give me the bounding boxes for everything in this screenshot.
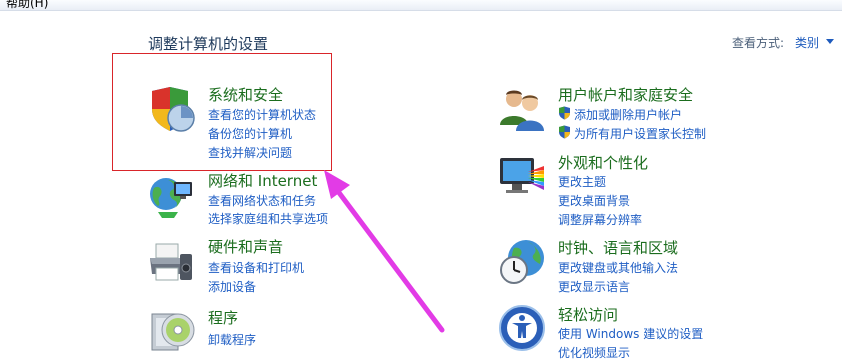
menu-help[interactable]: 帮助(H) (6, 0, 48, 10)
page-title: 调整计算机的设置 (148, 35, 269, 53)
category-appearance-title[interactable]: 外观和个性化 (558, 152, 648, 173)
network-globe-icon[interactable] (148, 172, 196, 220)
link-homegroup-sharing[interactable]: 选择家庭组和共享选项 (208, 210, 328, 227)
link-view-network-status[interactable]: 查看网络状态和任务 (208, 192, 316, 209)
printer-icon[interactable] (148, 238, 196, 286)
view-by-dropdown[interactable]: 类别 (795, 34, 819, 51)
link-change-display-language[interactable]: 更改显示语言 (558, 278, 630, 295)
chevron-down-icon[interactable] (826, 39, 834, 44)
category-access-title[interactable]: 轻松访问 (558, 304, 618, 325)
programs-disc-icon[interactable] (148, 304, 196, 352)
category-programs-title[interactable]: 程序 (208, 307, 238, 328)
category-clock-title[interactable]: 时钟、语言和区域 (558, 237, 678, 258)
link-change-keyboard[interactable]: 更改键盘或其他输入法 (558, 259, 678, 276)
link-add-remove-accounts[interactable]: 添加或删除用户帐户 (574, 106, 682, 123)
link-change-background[interactable]: 更改桌面背景 (558, 192, 630, 209)
users-icon[interactable] (498, 85, 546, 133)
link-uninstall-program[interactable]: 卸载程序 (208, 331, 256, 348)
category-network-title[interactable]: 网络和 Internet (208, 170, 317, 191)
link-devices-printers[interactable]: 查看设备和打印机 (208, 259, 304, 276)
link-screen-resolution[interactable]: 调整屏幕分辨率 (558, 211, 642, 228)
link-add-device[interactable]: 添加设备 (208, 278, 256, 295)
link-change-theme[interactable]: 更改主题 (558, 173, 606, 190)
view-by-label: 查看方式: (732, 36, 785, 50)
uac-shield-icon (559, 106, 570, 120)
uac-shield-icon (559, 125, 570, 139)
appearance-monitor-icon[interactable] (498, 152, 546, 200)
link-optimize-display[interactable]: 优化视频显示 (558, 344, 630, 361)
menu-bar: 帮助(H) (0, 0, 842, 11)
link-parental-controls[interactable]: 为所有用户设置家长控制 (574, 125, 706, 142)
category-users-title[interactable]: 用户帐户和家庭安全 (558, 84, 693, 105)
category-hardware-title[interactable]: 硬件和声音 (208, 236, 283, 257)
ease-of-access-icon[interactable] (498, 304, 546, 352)
link-windows-recommended[interactable]: 使用 Windows 建议的设置 (558, 325, 703, 342)
highlight-box (112, 53, 332, 171)
clock-globe-icon[interactable] (498, 238, 546, 286)
